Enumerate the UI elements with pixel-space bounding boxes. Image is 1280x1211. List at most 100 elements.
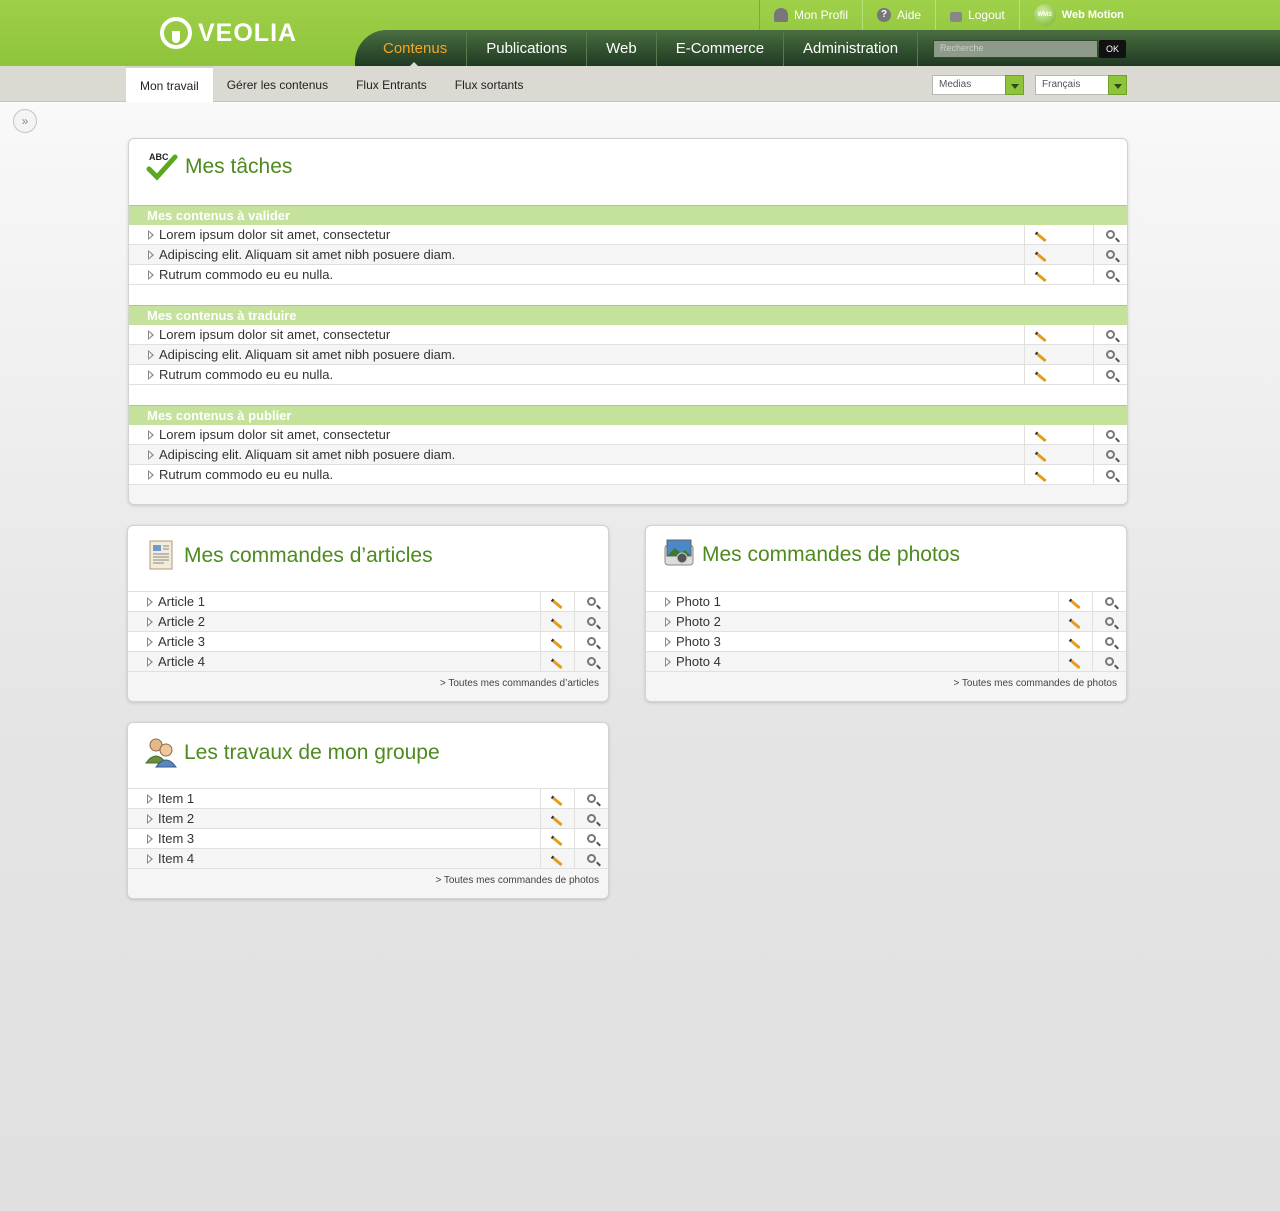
list-item[interactable]: Article 4 <box>128 652 608 672</box>
view-button[interactable] <box>1093 465 1127 485</box>
view-button[interactable] <box>1093 365 1127 385</box>
view-button[interactable] <box>1093 445 1127 465</box>
help-link[interactable]: ? Aide <box>862 0 935 30</box>
nav-ecommerce[interactable]: E-Commerce <box>657 32 785 66</box>
view-button[interactable] <box>1092 592 1126 612</box>
tab-flux-sortants[interactable]: Flux sortants <box>441 66 538 102</box>
edit-button[interactable] <box>540 849 574 869</box>
list-item[interactable]: Article 3 <box>128 632 608 652</box>
help-icon: ? <box>877 8 892 22</box>
list-item[interactable]: Lorem ipsum dolor sit amet, consectetur <box>129 325 1127 345</box>
list-item[interactable]: Adipiscing elit. Aliquam sit amet nibh p… <box>129 445 1127 465</box>
all-photos-link[interactable]: > Toutes mes commandes de photos <box>953 678 1117 689</box>
view-button[interactable] <box>1093 265 1127 285</box>
all-articles-link[interactable]: > Toutes mes commandes d’articles <box>440 678 599 689</box>
edit-button[interactable] <box>1024 345 1058 365</box>
edit-button[interactable] <box>1058 612 1092 632</box>
view-button[interactable] <box>574 849 608 869</box>
tab-mon-travail[interactable]: Mon travail <box>126 66 213 102</box>
list-item[interactable]: Item 3 <box>128 829 608 849</box>
list-item[interactable]: Item 1 <box>128 788 608 809</box>
view-button[interactable] <box>1093 425 1127 445</box>
list-item[interactable]: Lorem ipsum dolor sit amet, consectetur <box>129 425 1127 445</box>
triangle-right-icon <box>665 637 671 647</box>
view-button[interactable] <box>574 592 608 612</box>
view-button[interactable] <box>574 829 608 849</box>
edit-button[interactable] <box>540 789 574 809</box>
pencil-icon <box>1036 432 1047 443</box>
nav-administration[interactable]: Administration <box>784 32 919 66</box>
view-button[interactable] <box>574 632 608 652</box>
nav-publications[interactable]: Publications <box>467 32 588 66</box>
edit-button[interactable] <box>1024 325 1058 345</box>
magnifier-icon <box>1105 657 1114 666</box>
logout-link[interactable]: Logout <box>935 0 1019 30</box>
view-button[interactable] <box>1093 245 1127 265</box>
expand-sidebar-button[interactable]: » <box>13 109 37 133</box>
list-item[interactable]: Photo 1 <box>646 591 1126 612</box>
list-item[interactable]: Adipiscing elit. Aliquam sit amet nibh p… <box>129 345 1127 365</box>
medias-select[interactable]: Medias <box>932 75 1024 95</box>
web-motion-link[interactable]: WMS Web Motion <box>1018 0 1138 30</box>
list-item[interactable]: Photo 4 <box>646 652 1126 672</box>
veolia-logo[interactable]: VEOLIA <box>160 16 297 50</box>
triangle-right-icon <box>665 617 671 627</box>
view-button[interactable] <box>1093 325 1127 345</box>
view-button[interactable] <box>574 789 608 809</box>
list-item[interactable]: Photo 2 <box>646 612 1126 632</box>
edit-button[interactable] <box>1024 465 1058 485</box>
edit-button[interactable] <box>1058 592 1092 612</box>
nav-web[interactable]: Web <box>587 32 657 66</box>
list-item[interactable]: Item 4 <box>128 849 608 869</box>
edit-button[interactable] <box>1024 445 1058 465</box>
search-ok-button[interactable]: OK <box>1099 40 1126 58</box>
list-item[interactable]: Adipiscing elit. Aliquam sit amet nibh p… <box>129 245 1127 265</box>
edit-button[interactable] <box>540 809 574 829</box>
view-button[interactable] <box>1092 632 1126 652</box>
magnifier-icon <box>587 814 596 823</box>
edit-button[interactable] <box>1024 265 1058 285</box>
view-button[interactable] <box>1093 345 1127 365</box>
edit-button[interactable] <box>540 829 574 849</box>
list-item[interactable]: Article 1 <box>128 591 608 612</box>
pencil-icon <box>1070 619 1081 630</box>
edit-button[interactable] <box>1024 365 1058 385</box>
edit-button[interactable] <box>1058 652 1092 672</box>
profile-link[interactable]: Mon Profil <box>759 0 862 30</box>
edit-button[interactable] <box>540 592 574 612</box>
edit-button[interactable] <box>540 652 574 672</box>
list-item[interactable]: Article 2 <box>128 612 608 632</box>
list-item-label: Photo 1 <box>676 594 721 609</box>
edit-button[interactable] <box>1024 425 1058 445</box>
list-item[interactable]: Item 2 <box>128 809 608 829</box>
edit-button[interactable] <box>540 612 574 632</box>
list-item-label: Item 4 <box>158 851 195 866</box>
view-button[interactable] <box>574 809 608 829</box>
list-item[interactable]: Rutrum commodo eu eu nulla. <box>129 265 1127 285</box>
magnifier-icon <box>587 617 596 626</box>
view-button[interactable] <box>574 652 608 672</box>
all-group-works-link[interactable]: > Toutes mes commandes de photos <box>435 875 599 886</box>
top-links: Mon Profil ? Aide Logout WMS Web Motion <box>759 0 1138 30</box>
view-button[interactable] <box>1092 612 1126 632</box>
tab-flux-entrants[interactable]: Flux Entrants <box>342 66 441 102</box>
edit-button[interactable] <box>540 632 574 652</box>
list-item[interactable]: Photo 3 <box>646 632 1126 652</box>
edit-button[interactable] <box>1024 225 1058 245</box>
list-item[interactable]: Rutrum commodo eu eu nulla. <box>129 465 1127 485</box>
list-item[interactable]: Lorem ipsum dolor sit amet, consectetur <box>129 225 1127 245</box>
view-button[interactable] <box>1093 225 1127 245</box>
list-item[interactable]: Rutrum commodo eu eu nulla. <box>129 365 1127 385</box>
edit-button[interactable] <box>1058 632 1092 652</box>
pencil-icon <box>1036 352 1047 363</box>
edit-button[interactable] <box>1024 245 1058 265</box>
view-button[interactable] <box>1092 652 1126 672</box>
magnifier-icon <box>1106 250 1115 259</box>
list-item-label: Article 1 <box>158 594 205 609</box>
tab-gerer-contenus[interactable]: Gérer les contenus <box>213 66 342 102</box>
language-select[interactable]: Français <box>1035 75 1127 95</box>
search-input[interactable]: Recherche <box>933 40 1098 58</box>
nav-contenus[interactable]: Contenus <box>364 32 468 67</box>
section-a-traduire: Mes contenus à traduire <box>129 305 1127 325</box>
view-button[interactable] <box>574 612 608 632</box>
